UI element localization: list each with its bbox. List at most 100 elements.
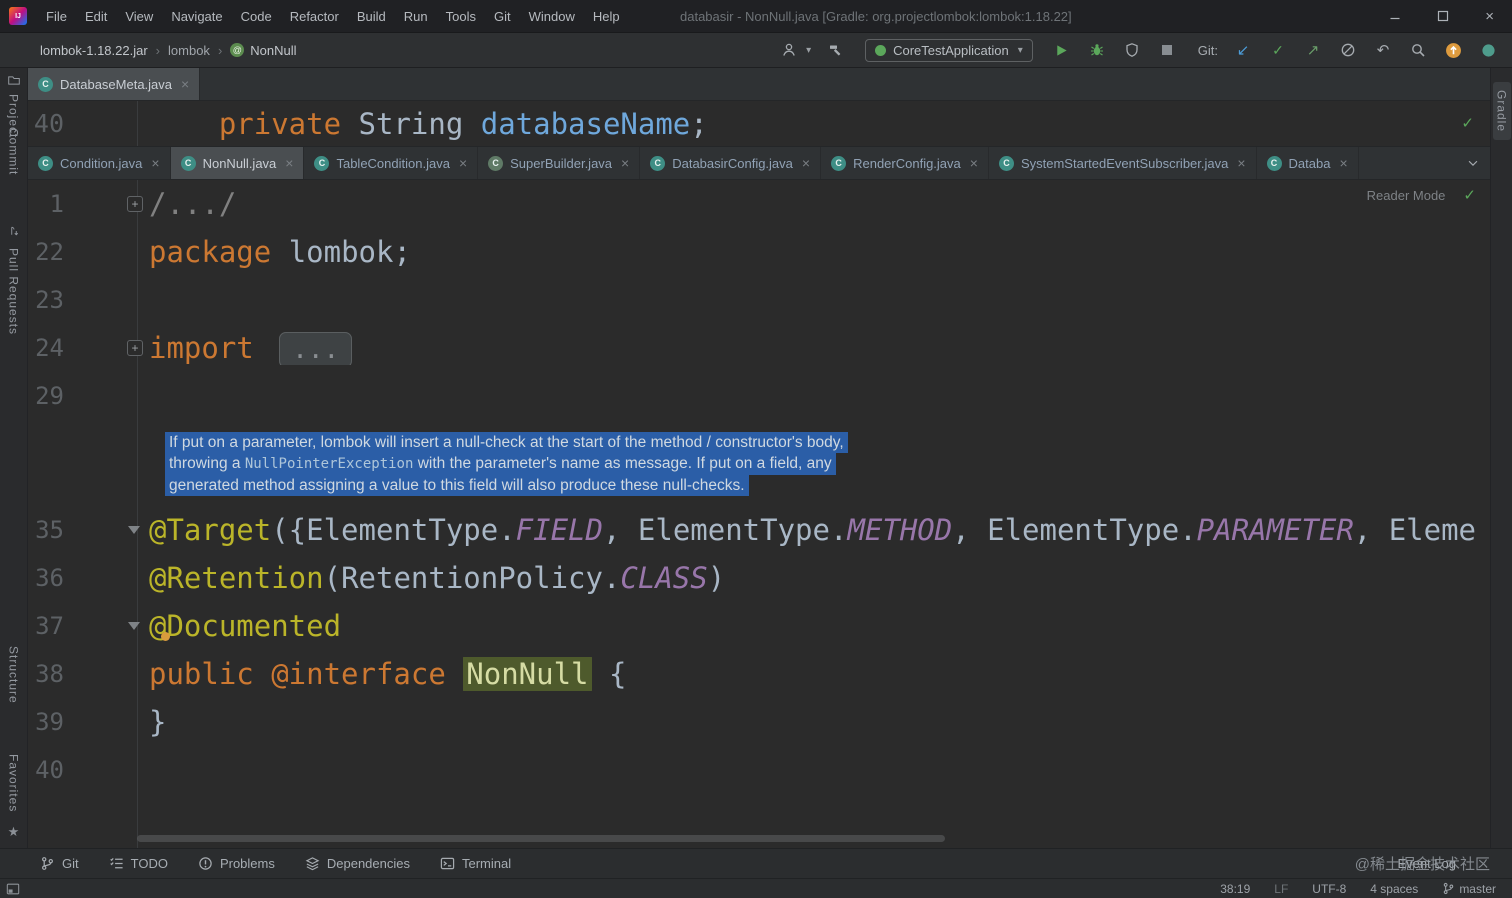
line-number[interactable]: 36 bbox=[28, 564, 64, 592]
stop-icon[interactable] bbox=[1157, 39, 1177, 61]
vcs-history-icon[interactable] bbox=[1338, 39, 1358, 61]
event-log-button[interactable]: Event Log bbox=[1397, 856, 1456, 871]
main-editor-pane[interactable]: Reader Mode ✓ 1 +/.../22 package lombok; 23… bbox=[28, 180, 1490, 848]
line-ending[interactable]: LF bbox=[1274, 882, 1288, 896]
editor-tab[interactable]: C RenderConfig.java × bbox=[821, 147, 989, 179]
fold-expand-icon[interactable]: + bbox=[127, 340, 143, 356]
tool-window-button-todo[interactable]: TODO bbox=[109, 856, 168, 871]
code-line[interactable]: 36 @Retention(RetentionPolicy.CLASS) bbox=[28, 554, 1490, 602]
coverage-icon[interactable] bbox=[1122, 39, 1142, 61]
reader-mode-label[interactable]: Reader Mode bbox=[1367, 188, 1446, 203]
code-line[interactable]: 1 + /.../ bbox=[28, 180, 1490, 228]
tab-close-icon[interactable]: × bbox=[621, 155, 629, 171]
tool-window-button-git[interactable]: Git bbox=[40, 856, 79, 871]
line-number[interactable]: 40 bbox=[28, 109, 64, 138]
code-line[interactable]: 37 @Documented bbox=[28, 602, 1490, 650]
editor-tab[interactable]: C NonNull.java × bbox=[170, 147, 305, 179]
search-everywhere-icon[interactable] bbox=[1408, 39, 1428, 61]
menu-item-window[interactable]: Window bbox=[520, 0, 584, 32]
file-encoding[interactable]: UTF-8 bbox=[1312, 882, 1346, 896]
tab-close-icon[interactable]: × bbox=[285, 155, 293, 171]
tab-close-icon[interactable]: × bbox=[1237, 155, 1245, 171]
tool-window-button-problems[interactable]: Problems bbox=[198, 856, 275, 871]
code-line[interactable]: 24 + import ... bbox=[28, 324, 1490, 372]
line-number[interactable]: 29 bbox=[28, 382, 64, 410]
indent-setting[interactable]: 4 spaces bbox=[1370, 882, 1418, 896]
horizontal-scrollbar[interactable] bbox=[137, 835, 945, 842]
tool-window-button-structure[interactable]: Structure bbox=[7, 646, 21, 704]
menu-item-refactor[interactable]: Refactor bbox=[281, 0, 348, 32]
git-branch-widget[interactable]: master bbox=[1442, 882, 1496, 896]
menu-item-navigate[interactable]: Navigate bbox=[162, 0, 231, 32]
pull-request-icon[interactable] bbox=[8, 224, 20, 243]
tool-window-button-pull-requests[interactable]: Pull Requests bbox=[7, 248, 21, 335]
menu-item-code[interactable]: Code bbox=[232, 0, 281, 32]
code-line[interactable]: 38 public @interface NonNull { bbox=[28, 650, 1490, 698]
favorites-star-icon[interactable]: ★ bbox=[8, 824, 20, 840]
inspections-ok-icon[interactable]: ✓ bbox=[1461, 116, 1474, 131]
tool-window-toggle-icon[interactable] bbox=[6, 882, 20, 896]
line-number[interactable]: 23 bbox=[28, 286, 64, 314]
menu-item-git[interactable]: Git bbox=[485, 0, 520, 32]
code-line[interactable]: 40 bbox=[28, 746, 1490, 794]
hidden-tabs-chevron-icon[interactable] bbox=[1456, 147, 1490, 179]
editor-tab[interactable]: C Condition.java × bbox=[28, 147, 171, 179]
vcs-rollback-icon[interactable]: ↶ bbox=[1373, 39, 1393, 61]
menu-item-tools[interactable]: Tools bbox=[437, 0, 485, 32]
breadcrumb-item[interactable]: lombok-1.18.22.jar bbox=[40, 43, 148, 58]
line-number[interactable]: 22 bbox=[28, 238, 64, 266]
code-line[interactable]: 29 bbox=[28, 372, 1490, 420]
javadoc-line[interactable]: If put on a parameter, lombok will inser… bbox=[165, 432, 848, 453]
tool-window-button-commit[interactable]: Commit bbox=[7, 128, 21, 175]
tool-window-button-dependencies[interactable]: Dependencies bbox=[305, 856, 410, 871]
editor-tab[interactable]: C TableCondition.java × bbox=[304, 147, 479, 179]
vcs-update-icon[interactable]: ↙ bbox=[1233, 39, 1253, 61]
tab-close-icon[interactable]: × bbox=[970, 155, 978, 171]
code-line[interactable]: 35 @Target({ElementType.FIELD, ElementTyp… bbox=[28, 506, 1490, 554]
editor-tab[interactable]: C Databa × bbox=[1257, 147, 1359, 179]
run-configuration-select[interactable]: CoreTestApplication ▾ bbox=[865, 38, 1033, 62]
javadoc-line[interactable]: generated method assigning a value to th… bbox=[165, 475, 749, 496]
tab-close-icon[interactable]: × bbox=[802, 155, 810, 171]
maximize-button[interactable] bbox=[1437, 10, 1449, 22]
breadcrumb-item[interactable]: NonNull bbox=[250, 43, 296, 58]
editor-tab[interactable]: C DatabaseMeta.java × bbox=[28, 68, 201, 100]
code-line[interactable]: 39} bbox=[28, 698, 1490, 746]
line-number[interactable]: 39 bbox=[28, 708, 64, 736]
tool-window-button-favorites[interactable]: Favorites bbox=[7, 754, 21, 812]
line-number[interactable]: 38 bbox=[28, 660, 64, 688]
tab-close-icon[interactable]: × bbox=[459, 155, 467, 171]
caret-position[interactable]: 38:19 bbox=[1220, 882, 1250, 896]
breadcrumb-item[interactable]: lombok bbox=[168, 43, 210, 58]
menu-item-build[interactable]: Build bbox=[348, 0, 395, 32]
vcs-push-icon[interactable]: ↗ bbox=[1303, 39, 1323, 61]
inspections-ok-icon[interactable]: ✓ bbox=[1463, 188, 1476, 203]
fold-expand-icon[interactable]: + bbox=[127, 196, 143, 212]
minimize-button[interactable] bbox=[1389, 10, 1401, 22]
menu-item-file[interactable]: File bbox=[37, 0, 76, 32]
menu-item-run[interactable]: Run bbox=[395, 0, 437, 32]
editor-tab[interactable]: C DatabasirConfig.java × bbox=[640, 147, 822, 179]
editor-tab[interactable]: C SystemStartedEventSubscriber.java × bbox=[989, 147, 1257, 179]
line-number[interactable]: 24 bbox=[28, 334, 64, 362]
tool-window-button-gradle[interactable]: Gradle bbox=[1492, 82, 1511, 141]
menu-item-help[interactable]: Help bbox=[584, 0, 629, 32]
user-dropdown-caret-icon[interactable]: ▾ bbox=[806, 45, 811, 56]
plugin-icon[interactable] bbox=[1478, 39, 1498, 61]
code-line[interactable]: 40 private String databaseName; bbox=[28, 101, 1490, 147]
line-number[interactable]: 40 bbox=[28, 756, 64, 784]
fold-collapse-icon[interactable] bbox=[128, 622, 140, 630]
build-hammer-icon[interactable] bbox=[826, 39, 846, 61]
tab-close-icon[interactable]: × bbox=[151, 155, 159, 171]
tab-close-icon[interactable]: × bbox=[1339, 155, 1347, 171]
javadoc-line[interactable]: throwing a NullPointerException with the… bbox=[165, 453, 836, 475]
close-button[interactable]: × bbox=[1485, 9, 1494, 24]
menu-item-edit[interactable]: Edit bbox=[76, 0, 116, 32]
tool-window-button-terminal[interactable]: Terminal bbox=[440, 856, 511, 871]
user-icon[interactable] bbox=[779, 39, 799, 61]
code-line[interactable]: 23 bbox=[28, 276, 1490, 324]
vcs-commit-icon[interactable]: ✓ bbox=[1268, 39, 1288, 61]
line-number[interactable]: 35 bbox=[28, 516, 64, 544]
tab-close-icon[interactable]: × bbox=[181, 76, 189, 92]
update-notification-icon[interactable] bbox=[1443, 39, 1463, 61]
